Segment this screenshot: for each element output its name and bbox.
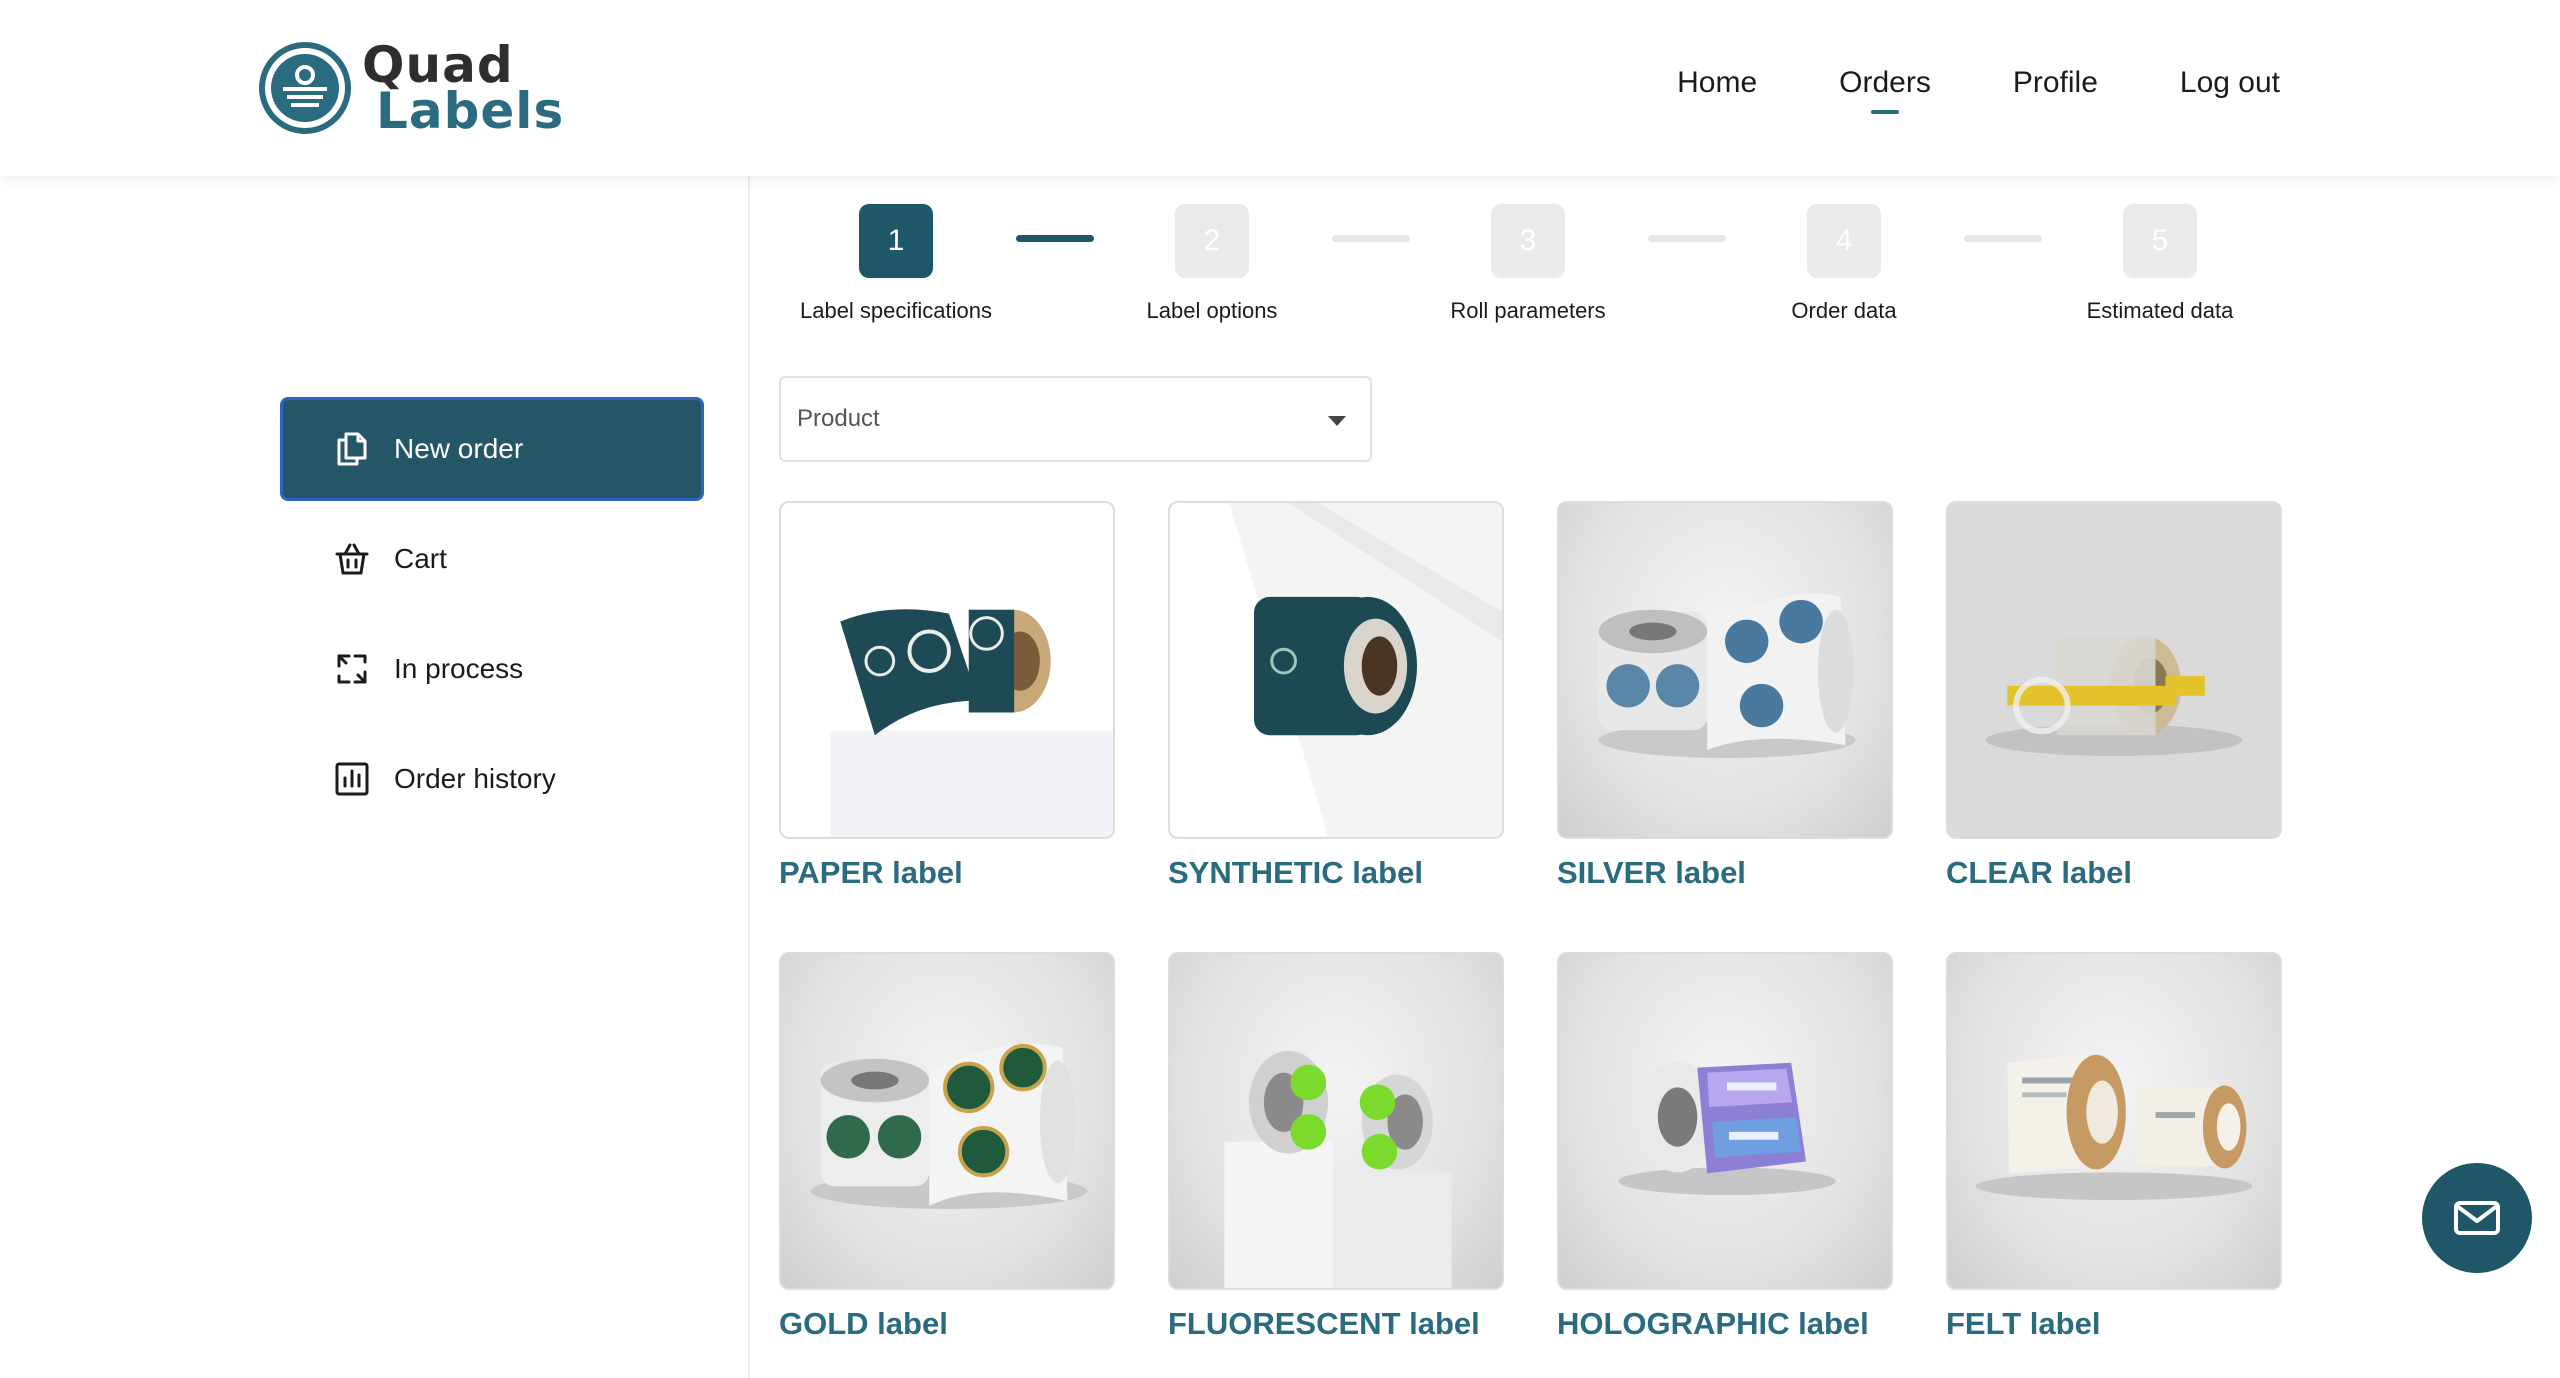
product-name: PAPER label [779, 855, 963, 890]
brand-logo[interactable]: Quad Labels [258, 38, 564, 138]
brand-name-line2: Labels [376, 82, 565, 140]
product-card-synthetic[interactable]: SYNTHETIC label [1168, 501, 1504, 891]
caret-down-icon [1328, 416, 1346, 426]
product-card-silver[interactable]: SILVER label [1557, 501, 1893, 891]
quad-labels-logo-icon [259, 42, 351, 134]
step-3[interactable]: 3 Roll parameters [1398, 204, 1658, 324]
product-image [1557, 952, 1893, 1290]
product-image [1557, 501, 1893, 839]
product-select[interactable]: Product [779, 376, 1372, 462]
product-name: GOLD label [779, 1306, 948, 1341]
product-name: FELT label [1946, 1306, 2101, 1341]
product-image [1946, 501, 2282, 839]
product-name: CLEAR label [1946, 855, 2133, 890]
product-image [779, 501, 1115, 839]
sidebar-item-cart[interactable]: Cart [280, 507, 704, 611]
contact-mail-button[interactable] [2422, 1163, 2532, 1273]
product-card-felt[interactable]: FELT label [1946, 952, 2282, 1342]
mail-icon [2454, 1201, 2500, 1235]
sidebar-item-label: In process [394, 653, 524, 684]
product-name: HOLOGRAPHIC label [1557, 1306, 1869, 1341]
product-card-clear[interactable]: CLEAR label [1946, 501, 2282, 891]
nav-profile[interactable]: Profile [2013, 66, 2098, 100]
nav-orders[interactable]: Orders [1839, 66, 1931, 100]
sidebar-divider [748, 176, 750, 1378]
step-5[interactable]: 5 Estimated data [2030, 204, 2290, 324]
step-label: Label specifications [799, 298, 992, 323]
product-card-fluorescent[interactable]: FLUORESCENT label [1168, 952, 1504, 1342]
basket-icon [332, 539, 372, 579]
sidebar-item-label: New order [394, 433, 524, 464]
sidebar-item-new-order[interactable]: New order [280, 397, 704, 501]
step-2[interactable]: 2 Label options [1082, 204, 1342, 324]
step-number: 5 [2123, 204, 2197, 278]
nav-home[interactable]: Home [1677, 66, 1757, 100]
sidebar-item-label: Cart [394, 543, 447, 574]
product-image [1168, 952, 1504, 1290]
product-image [1946, 952, 2282, 1290]
product-image [779, 952, 1115, 1290]
product-name: FLUORESCENT label [1168, 1306, 1480, 1341]
top-header: Quad Labels Home Orders Profile Log out [0, 0, 2560, 176]
sidebar-item-label: Order history [394, 763, 556, 794]
product-image [1168, 501, 1504, 839]
product-card-paper[interactable]: PAPER label [779, 501, 1115, 891]
bar-chart-icon [332, 759, 372, 799]
sidebar-item-order-history[interactable]: Order history [280, 727, 704, 831]
product-card-holographic[interactable]: HOLOGRAPHIC label [1557, 952, 1893, 1342]
step-number: 2 [1175, 204, 1249, 278]
new-order-icon [332, 429, 372, 469]
step-number: 4 [1807, 204, 1881, 278]
step-label: Order data [1791, 298, 1897, 323]
product-name: SYNTHETIC label [1168, 855, 1423, 890]
step-label: Roll parameters [1450, 298, 1606, 323]
step-label: Label options [1146, 298, 1278, 323]
step-4[interactable]: 4 Order data [1714, 204, 1974, 324]
process-arrows-icon [332, 649, 372, 689]
nav-logout[interactable]: Log out [2180, 66, 2280, 100]
product-card-gold[interactable]: GOLD label [779, 952, 1115, 1342]
product-name: SILVER label [1557, 855, 1746, 890]
top-navigation: Home Orders Profile Log out [1595, 66, 2280, 100]
step-1[interactable]: 1 Label specifications [766, 204, 1026, 324]
step-label: Estimated data [2086, 298, 2234, 323]
sidebar-item-in-process[interactable]: In process [280, 617, 704, 721]
product-select-placeholder: Product [797, 405, 880, 432]
step-number: 1 [859, 204, 933, 278]
step-number: 3 [1491, 204, 1565, 278]
